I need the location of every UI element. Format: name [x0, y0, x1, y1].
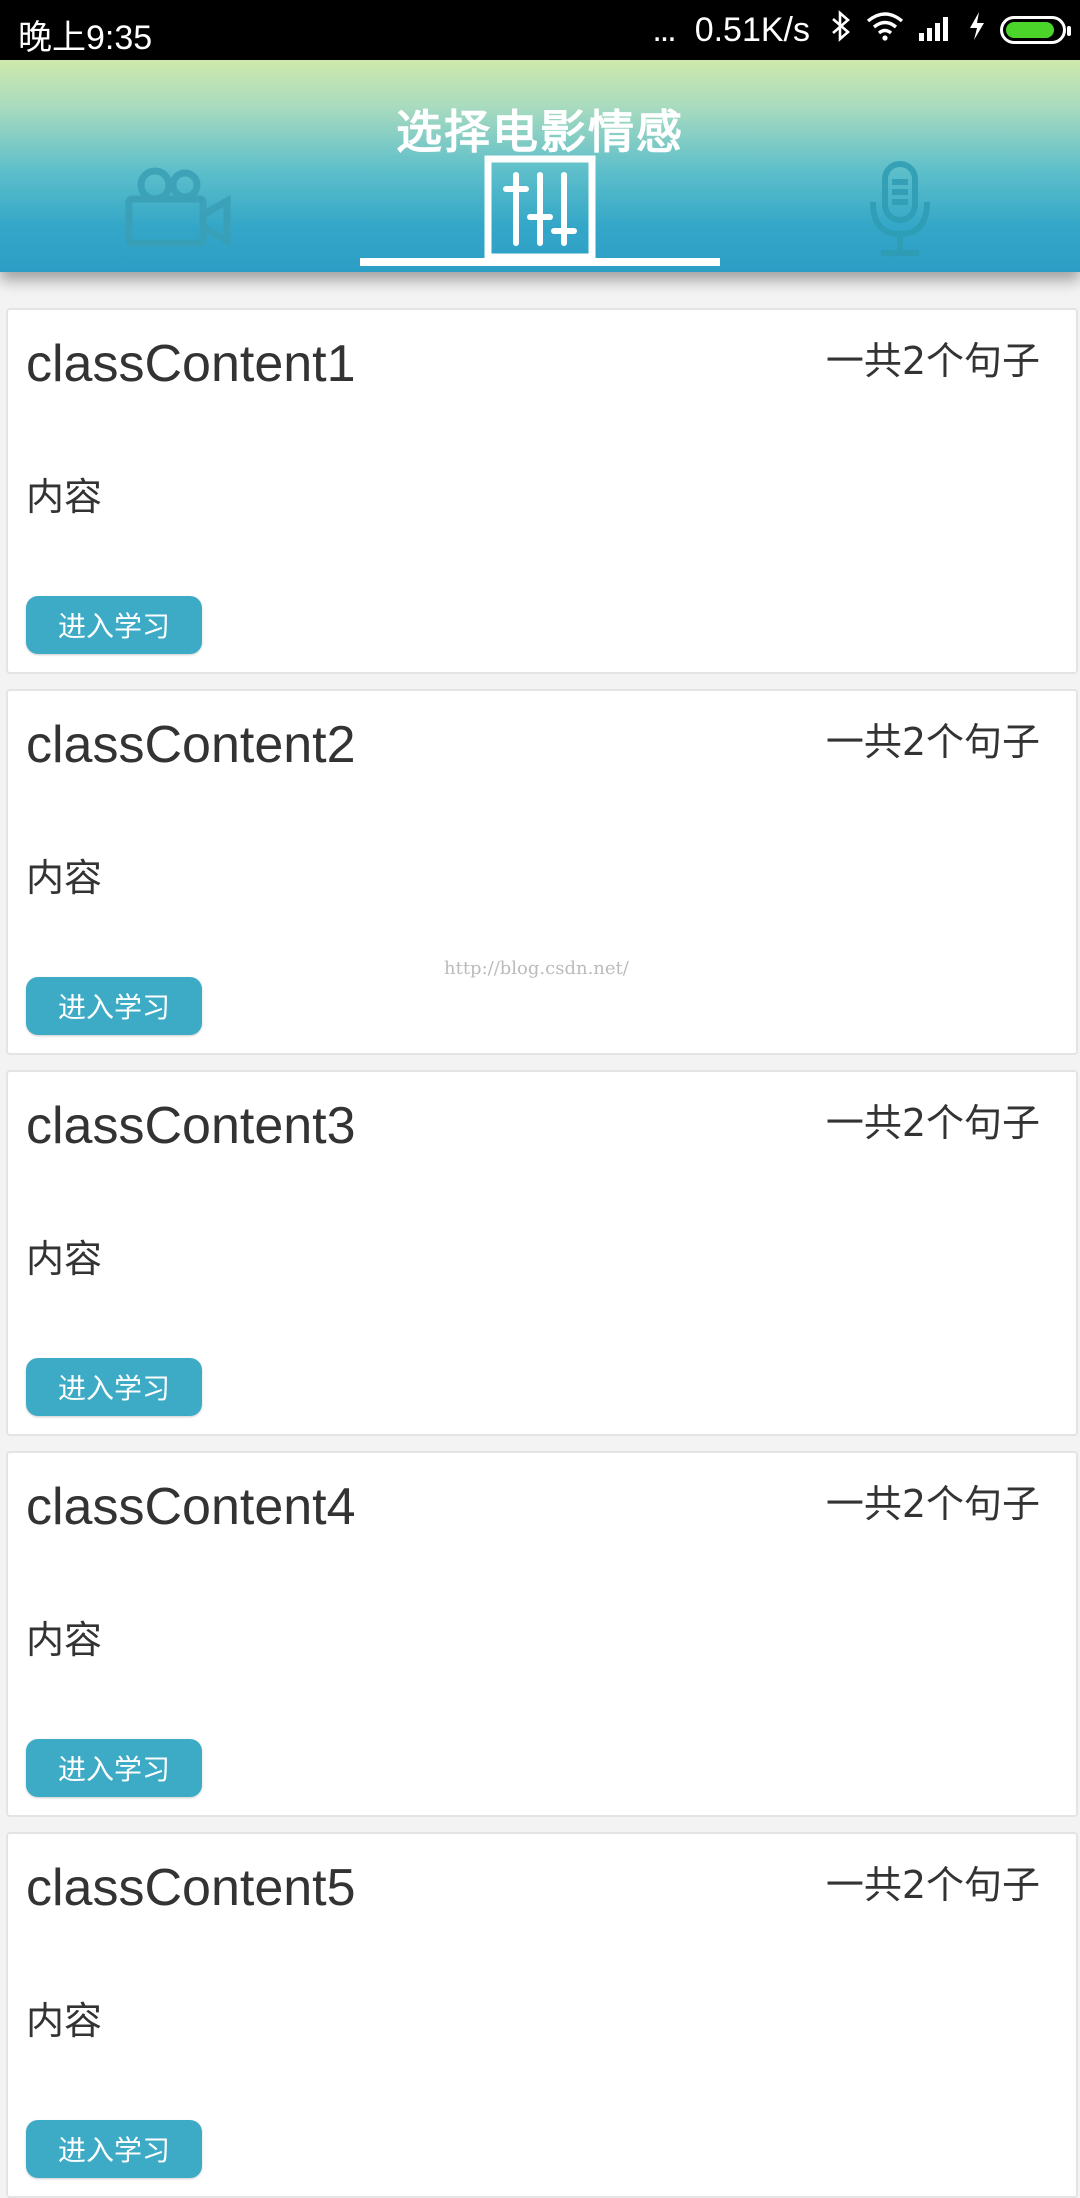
- item-title: classContent1: [26, 335, 356, 393]
- item-title: classContent2: [26, 716, 356, 774]
- video-camera-icon: [115, 163, 245, 257]
- signal-icon: [918, 11, 954, 50]
- watermark: http://blog.csdn.net/: [444, 958, 629, 979]
- enter-study-button[interactable]: 进入学习: [26, 1358, 202, 1416]
- tab-video[interactable]: [0, 150, 360, 270]
- item-description: 内容: [26, 1237, 103, 1281]
- sentence-count: 一共2个句子: [825, 1482, 1040, 1526]
- enter-study-button[interactable]: 进入学习: [26, 977, 202, 1035]
- battery-icon: [1000, 16, 1071, 44]
- item-description: 内容: [26, 1999, 103, 2043]
- item-title: classContent4: [26, 1478, 356, 1536]
- tab-indicator: [360, 258, 720, 266]
- list-item: classContent3 一共2个句子 内容 进入学习: [6, 1070, 1078, 1436]
- enter-study-button[interactable]: 进入学习: [26, 596, 202, 654]
- more-dots: ...: [652, 10, 676, 49]
- sentence-count: 一共2个句子: [825, 1101, 1040, 1145]
- enter-study-button[interactable]: 进入学习: [26, 2120, 202, 2178]
- item-description: 内容: [26, 475, 103, 519]
- bluetooth-icon: [830, 9, 852, 51]
- list-item: classContent2 一共2个句子 内容 进入学习: [6, 689, 1078, 1055]
- app-header: 选择电影情感: [0, 60, 1080, 272]
- item-title: classContent3: [26, 1097, 356, 1155]
- network-speed: 0.51K/s: [694, 10, 810, 49]
- wifi-icon: [866, 11, 904, 50]
- battery-fill: [1006, 22, 1054, 38]
- list-item: classContent5 一共2个句子 内容 进入学习: [6, 1832, 1078, 2198]
- status-time: 晚上9:35: [18, 19, 153, 57]
- equalizer-icon: [484, 155, 596, 265]
- status-bar: 晚上9:35 ... 0.51K/s: [0, 0, 1080, 60]
- item-description: 内容: [26, 1618, 103, 1662]
- charging-icon: [968, 11, 986, 50]
- microphone-icon: [865, 158, 935, 262]
- list-item: classContent1 一共2个句子 内容 进入学习: [6, 308, 1078, 674]
- sentence-count: 一共2个句子: [825, 1863, 1040, 1907]
- tab-microphone[interactable]: [720, 150, 1080, 270]
- list-item: classContent4 一共2个句子 内容 进入学习: [6, 1451, 1078, 1817]
- enter-study-button[interactable]: 进入学习: [26, 1739, 202, 1797]
- status-icons: ... 0.51K/s: [652, 8, 1071, 52]
- item-description: 内容: [26, 856, 103, 900]
- tab-equalizer[interactable]: [360, 150, 720, 270]
- sentence-count: 一共2个句子: [825, 720, 1040, 764]
- item-title: classContent5: [26, 1859, 356, 1917]
- sentence-count: 一共2个句子: [825, 339, 1040, 383]
